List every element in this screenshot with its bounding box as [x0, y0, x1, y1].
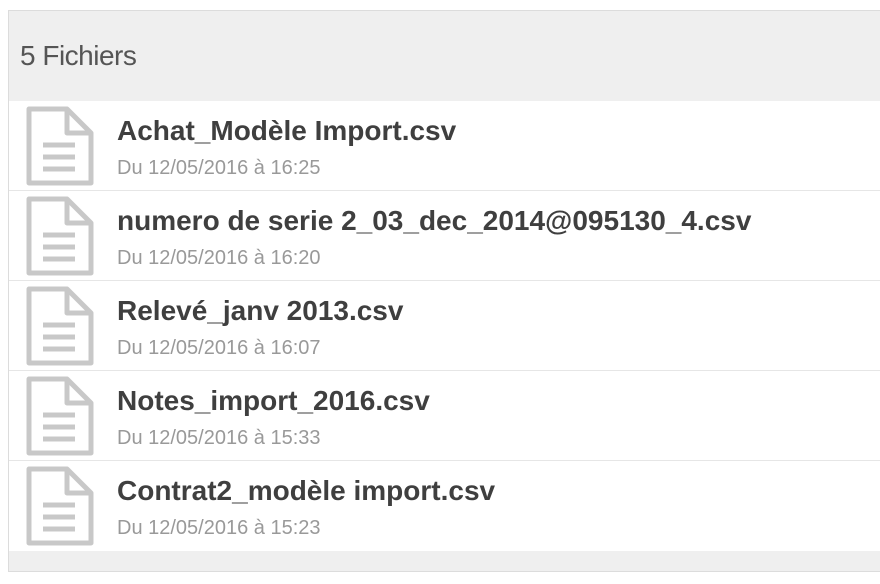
file-date: Du 12/05/2016 à 16:20 [117, 246, 321, 269]
file-name[interactable]: numero de serie 2_03_dec_2014@095130_4.c… [117, 204, 751, 238]
list-item[interactable]: Relevé_janv 2013.csv Du 12/05/2016 à 16:… [9, 281, 880, 371]
file-document-icon [23, 286, 95, 366]
file-info: Relevé_janv 2013.csv Du 12/05/2016 à 16:… [117, 292, 403, 360]
file-document-icon [23, 196, 95, 276]
file-document-icon [23, 466, 95, 546]
file-list: Achat_Modèle Import.csv Du 12/05/2016 à … [9, 101, 880, 551]
list-item[interactable]: Notes_import_2016.csv Du 12/05/2016 à 15… [9, 371, 880, 461]
file-document-icon [23, 376, 95, 456]
list-item[interactable]: Achat_Modèle Import.csv Du 12/05/2016 à … [9, 101, 880, 191]
file-count-title: 5 Fichiers [20, 40, 137, 71]
files-panel: 5 Fichiers Achat_Modèle Import.csv Du 12… [8, 10, 880, 572]
file-date: Du 12/05/2016 à 16:07 [117, 336, 321, 359]
file-date: Du 12/05/2016 à 16:25 [117, 156, 321, 179]
file-info: numero de serie 2_03_dec_2014@095130_4.c… [117, 202, 751, 270]
panel-header: 5 Fichiers [9, 11, 880, 101]
file-document-icon [23, 106, 95, 186]
file-name[interactable]: Achat_Modèle Import.csv [117, 114, 456, 148]
file-date: Du 12/05/2016 à 15:23 [117, 517, 321, 539]
file-info: Contrat2_modèle import.csv Du 12/05/2016… [117, 472, 495, 540]
file-name[interactable]: Relevé_janv 2013.csv [117, 294, 403, 328]
file-name[interactable]: Contrat2_modèle import.csv [117, 474, 495, 508]
file-info: Notes_import_2016.csv Du 12/05/2016 à 15… [117, 382, 430, 450]
list-item[interactable]: numero de serie 2_03_dec_2014@095130_4.c… [9, 191, 880, 281]
file-date: Du 12/05/2016 à 15:33 [117, 426, 321, 449]
file-name[interactable]: Notes_import_2016.csv [117, 384, 430, 418]
list-item[interactable]: Contrat2_modèle import.csv Du 12/05/2016… [9, 461, 880, 551]
file-info: Achat_Modèle Import.csv Du 12/05/2016 à … [117, 112, 456, 180]
